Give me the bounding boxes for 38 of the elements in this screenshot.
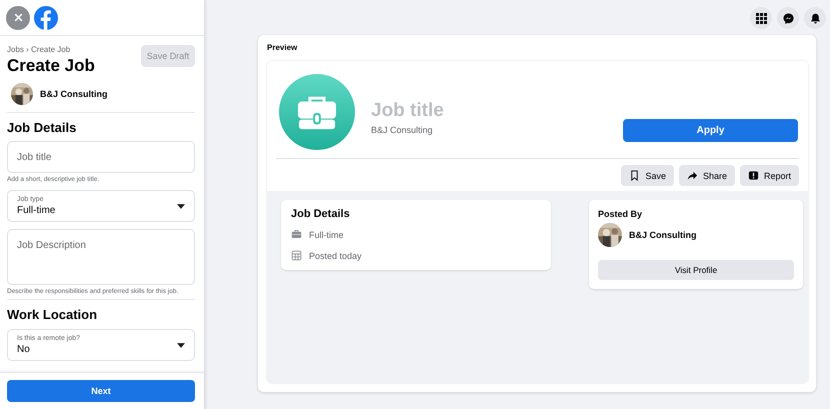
caret-icon [177,204,185,208]
card-heading: Posted By [598,209,644,219]
section-heading: Job Details [7,120,78,135]
notifications-button[interactable] [804,7,826,29]
report-button[interactable]: Report [740,165,799,186]
bookmark-icon [629,170,640,181]
save-button[interactable]: Save [621,165,674,186]
briefcase-icon [279,74,355,150]
page-name: B&J Consulting [40,89,108,99]
logo-icon [34,6,58,30]
page-title: Create Job [7,56,95,76]
visit-profile-button[interactable]: Visit Profile [598,260,794,280]
chat-bubble-icon [782,12,794,24]
briefcase-icon [291,229,302,240]
apply-button[interactable]: Apply [623,119,798,142]
breadcrumb[interactable]: Jobs › Create Job [7,45,95,54]
caret-icon [177,342,185,348]
close-icon [12,12,24,23]
report-icon [748,170,759,181]
close-button[interactable] [6,6,30,30]
input-field[interactable]: Job title [7,141,195,173]
next-button[interactable]: Next [7,380,195,402]
bell-icon [810,12,820,24]
detail-text: Full-time [309,230,344,240]
menu-button[interactable] [750,7,772,29]
job-title: Job title [371,100,445,122]
section-heading: Work Location [7,307,98,322]
preview-label: Preview [267,43,298,52]
detail-text: Posted today [309,250,362,260]
company-name: B&J Consulting [371,124,434,134]
menu-icon [756,12,766,24]
share-button[interactable]: Share [678,165,735,186]
messenger-button[interactable] [777,7,799,29]
share-icon [686,170,698,181]
poster-name: B&J Consulting [629,230,696,240]
card-heading: Job Details [291,208,351,220]
input-field[interactable]: Job Description [7,229,195,285]
calendar-icon [291,250,302,261]
